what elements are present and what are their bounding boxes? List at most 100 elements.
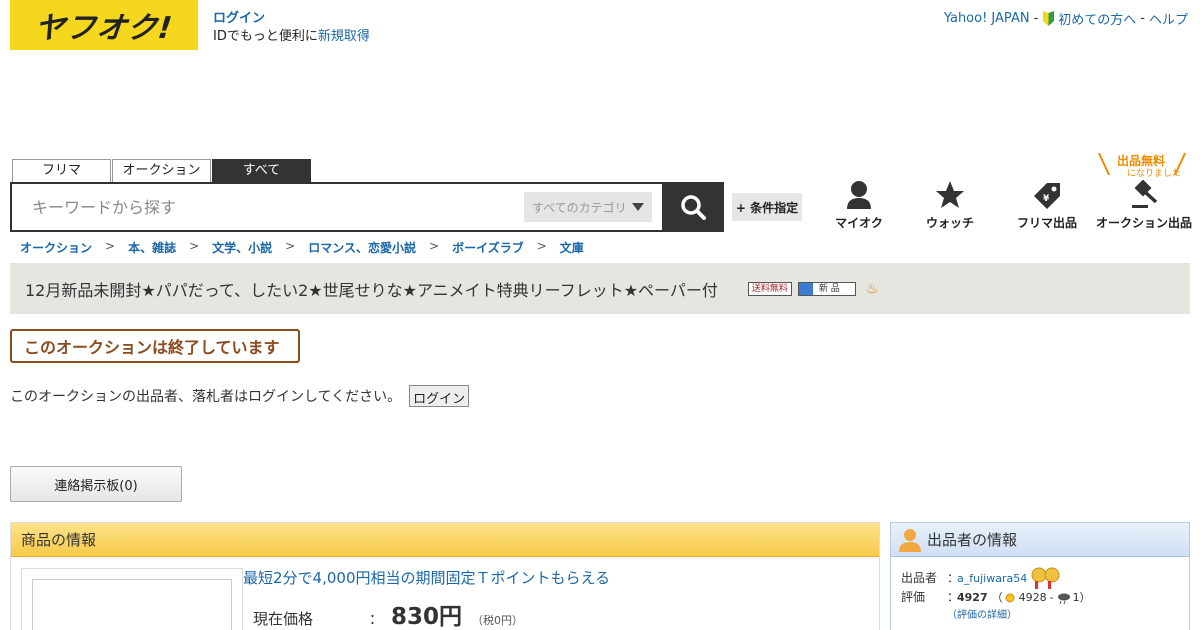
chevron-down-icon xyxy=(632,203,644,211)
seller-row: 出品者 ： a_fujiwara54 xyxy=(901,567,1179,589)
nav-label: オークション出品 xyxy=(1095,216,1192,230)
price-label: 現在価格 xyxy=(253,610,314,628)
gavel-icon xyxy=(1132,180,1158,208)
rain-bad-icon xyxy=(1057,593,1070,604)
beginner-mark-icon xyxy=(1043,11,1055,26)
breadcrumb-separator: > xyxy=(189,239,200,253)
gift-icon: ♨ xyxy=(865,280,879,297)
breadcrumb-item[interactable]: 本、雑誌 xyxy=(128,239,176,256)
tpoint-promo-link[interactable]: 最短2分で4,000円相当の期間固定Ｔポイントもらえる xyxy=(243,567,610,588)
login-message-row: このオークションの出品者、落札者はログインしてください。 ログイン xyxy=(10,385,470,407)
category-select-label: すべてのカテゴリ xyxy=(532,200,627,215)
product-info-panel: 商品の情報 最短2分で4,000円相当の期間固定Ｔポイントもらえる 現在価格 ：… xyxy=(10,522,880,630)
logo-text: ヤフオク! xyxy=(32,11,175,46)
tab-auction[interactable]: オークション xyxy=(112,159,211,182)
seller-info-panel: 出品者の情報 出品者 ： a_fujiwara54 評価 ： 4927 （ 49… xyxy=(890,522,1190,630)
nav-auction-listing[interactable]: オークション出品 xyxy=(1094,180,1194,231)
product-info-header: 商品の情報 xyxy=(11,523,879,557)
sun-good-icon xyxy=(1005,593,1015,602)
breadcrumb-separator: > xyxy=(105,239,116,253)
dash: - xyxy=(1049,591,1054,604)
colon: ： xyxy=(947,570,960,585)
current-price: 830円 xyxy=(391,604,463,630)
seller-body: 出品者 ： a_fujiwara54 評価 ： 4927 （ 4928 - 1 … xyxy=(891,557,1189,630)
search-bar: すべてのカテゴリ xyxy=(10,182,724,232)
header-login-link[interactable]: ログイン xyxy=(213,11,265,26)
search-tabs: フリマ オークション すべて xyxy=(12,159,311,182)
breadcrumb-separator: > xyxy=(536,239,547,253)
close-paren: ） xyxy=(1079,591,1091,604)
tab-all[interactable]: すべて xyxy=(212,159,311,182)
breadcrumb-item[interactable]: ロマンス、恋愛小説 xyxy=(308,239,416,256)
help-link[interactable]: ヘルプ xyxy=(1149,9,1188,28)
search-button[interactable] xyxy=(662,182,724,232)
yahoo-japan-link[interactable]: Yahoo! JAPAN xyxy=(944,11,1030,26)
tax-amount: （税0円） xyxy=(472,614,524,627)
rating-medal-icon xyxy=(1031,567,1060,589)
login-message: このオークションの出品者、落札者はログインしてください。 xyxy=(10,389,402,405)
nav-watch[interactable]: ウォッチ xyxy=(900,180,1000,231)
seller-avatar-icon xyxy=(899,528,921,552)
auction-ended-notice: このオークションは終了しています xyxy=(10,329,300,363)
search-field: すべてのカテゴリ xyxy=(10,182,662,232)
colon: ： xyxy=(369,612,383,628)
yahoo-auction-logo[interactable]: ヤフオク! xyxy=(10,0,198,50)
beginner-label: 初めての方へ xyxy=(1058,13,1137,28)
user-icon xyxy=(847,181,871,209)
nav-label: マイオク xyxy=(835,216,883,230)
signup-link[interactable]: 新規取得 xyxy=(318,29,370,44)
free-badge-subtitle: になりました xyxy=(1127,169,1182,179)
badge-slash-left xyxy=(1098,152,1110,176)
free-shipping-badge: 送料無料 xyxy=(747,281,792,296)
star-icon xyxy=(936,181,964,208)
separator: - xyxy=(1140,11,1145,26)
product-image[interactable] xyxy=(21,568,243,630)
listing-title: 12月新品未開封★パパだって、したい2★世尾せりな★アニメイト特典リーフレット★… xyxy=(25,280,718,300)
beginner-link[interactable]: 初めての方へ xyxy=(1042,9,1136,28)
nav-icons: マイオク ウォッチ ¥ フリマ出品 オークション出品 xyxy=(820,180,1194,231)
colon: ： xyxy=(947,590,960,604)
nav-label: ウォッチ xyxy=(925,216,974,230)
new-badge-icon xyxy=(798,282,813,295)
breadcrumb-separator: > xyxy=(429,239,440,253)
header-links: Yahoo! JAPAN - 初めての方へ - ヘルプ xyxy=(944,9,1188,28)
seller-label: 出品者 xyxy=(901,570,938,585)
search-icon xyxy=(681,195,706,220)
rating-row: 評価 ： 4927 （ 4928 - 1 ） xyxy=(901,589,1179,606)
breadcrumb-item[interactable]: ボーイズラブ xyxy=(452,239,524,256)
seller-info-header: 出品者の情報 xyxy=(891,523,1189,557)
search-input[interactable] xyxy=(32,197,524,217)
breadcrumb: オークション > 本、雑誌 > 文学、小説 > ロマンス、恋愛小説 > ボーイズ… xyxy=(20,239,584,256)
tab-flea-market[interactable]: フリマ xyxy=(12,159,111,182)
listing-title-bar: 12月新品未開封★パパだって、したい2★世尾せりな★アニメイト特典リーフレット★… xyxy=(10,263,1190,314)
rating-bad: 1 xyxy=(1072,591,1080,604)
seller-name-link[interactable]: a_fujiwara54 xyxy=(957,570,1027,587)
price-tag-icon: ¥ xyxy=(1034,183,1060,209)
breadcrumb-separator: > xyxy=(285,239,296,253)
seller-header-label: 出品者の情報 xyxy=(927,531,1018,549)
rating-label: 評価 xyxy=(901,590,926,604)
nav-label: フリマ出品 xyxy=(1016,216,1077,230)
category-select[interactable]: すべてのカテゴリ xyxy=(524,192,652,222)
new-badge-label: 新 品 xyxy=(818,283,840,294)
svg-text:¥: ¥ xyxy=(1043,194,1050,204)
rating-total: 4927 xyxy=(957,591,988,604)
rating-good: 4928 xyxy=(1018,591,1047,604)
separator: - xyxy=(1033,11,1039,26)
rating-detail-link[interactable]: （評価の詳細） xyxy=(947,610,1017,621)
login-description: IDでもっと便利に xyxy=(213,29,318,44)
login-box: ログイン IDでもっと便利に新規取得 xyxy=(213,10,370,46)
nav-flea-listing[interactable]: ¥ フリマ出品 xyxy=(1000,180,1094,231)
breadcrumb-item[interactable]: 文庫 xyxy=(560,239,584,256)
breadcrumb-item[interactable]: オークション xyxy=(20,239,92,256)
nav-my-auction[interactable]: マイオク xyxy=(820,180,898,231)
login-button[interactable]: ログイン xyxy=(409,385,470,407)
breadcrumb-item[interactable]: 文学、小説 xyxy=(212,239,272,256)
new-item-badge: 新 品 xyxy=(797,281,856,296)
condition-button[interactable]: + 条件指定 xyxy=(732,193,802,221)
contact-board-button[interactable]: 連絡掲示板(0) xyxy=(10,466,182,502)
open-paren: （ xyxy=(991,591,1003,604)
free-listing-badge: 出品無料 になりました xyxy=(1098,152,1186,179)
product-image-frame xyxy=(32,579,232,630)
price-row: 現在価格 ： 830円 （税0円） xyxy=(253,597,523,630)
